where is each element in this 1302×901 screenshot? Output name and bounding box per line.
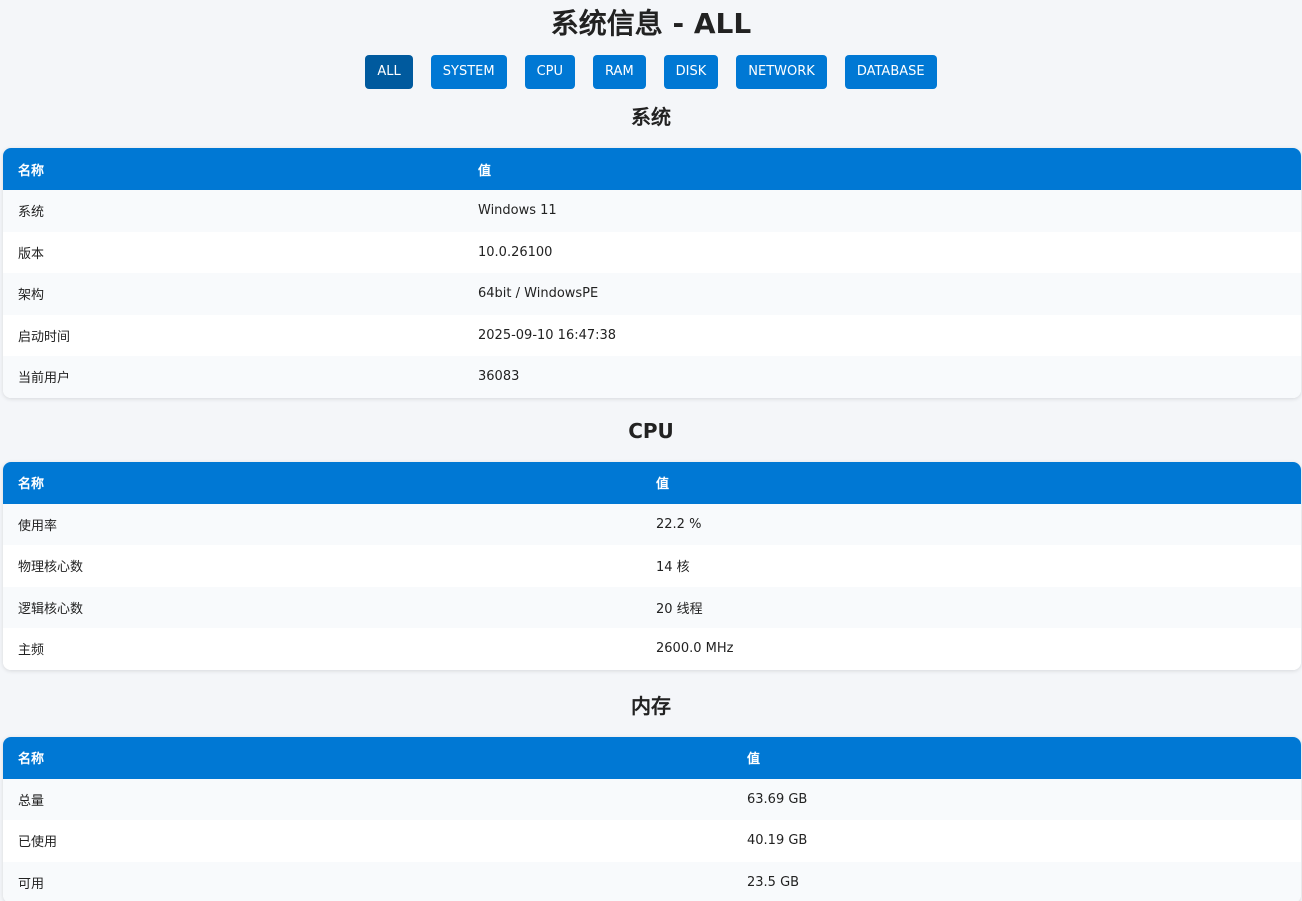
row-label: 架构 <box>3 273 463 315</box>
row-label: 使用率 <box>3 503 641 545</box>
nav-button-all[interactable]: ALL <box>365 55 413 89</box>
table-row: 逻辑核心数 20 线程 <box>3 586 1301 628</box>
row-value: 2025-09-10 16:47:38 <box>463 314 1301 356</box>
table-row: 物理核心数 14 核 <box>3 545 1301 587</box>
column-header-value: 值 <box>641 461 1301 504</box>
row-value: 23.5 GB <box>732 861 1301 901</box>
row-label: 版本 <box>3 231 463 273</box>
nav-bar: ALL SYSTEM CPU RAM DISK NETWORK DATABASE <box>0 55 1302 89</box>
nav-button-network[interactable]: NETWORK <box>736 55 827 89</box>
cpu-table: 名称 值 使用率 22.2 % 物理核心数 14 核 逻辑核心数 20 线程 主… <box>3 461 1301 670</box>
nav-button-system[interactable]: SYSTEM <box>430 55 507 89</box>
row-label: 主频 <box>3 628 641 670</box>
row-value: 10.0.26100 <box>463 231 1301 273</box>
row-label: 启动时间 <box>3 314 463 356</box>
table-row: 使用率 22.2 % <box>3 503 1301 545</box>
row-value: 22.2 % <box>641 503 1301 545</box>
row-label: 已使用 <box>3 820 732 862</box>
memory-table: 名称 值 总量 63.69 GB 已使用 40.19 GB 可用 23.5 GB <box>3 736 1301 901</box>
nav-button-database[interactable]: DATABASE <box>844 55 937 89</box>
row-value: 40.19 GB <box>732 820 1301 862</box>
row-label: 当前用户 <box>3 356 463 398</box>
row-label: 系统 <box>3 190 463 232</box>
nav-button-ram[interactable]: RAM <box>593 55 646 89</box>
row-value: 14 核 <box>641 545 1301 587</box>
column-header-name: 名称 <box>3 148 463 190</box>
row-label: 逻辑核心数 <box>3 586 641 628</box>
column-header-value: 值 <box>463 148 1301 190</box>
table-header-row: 名称 值 <box>3 736 1301 779</box>
section-title-system: 系统 <box>631 105 671 129</box>
row-label: 物理核心数 <box>3 545 641 587</box>
section-title-memory: 内存 <box>631 693 671 718</box>
row-value: 2600.0 MHz <box>641 628 1301 670</box>
table-header-row: 名称 值 <box>3 461 1301 504</box>
row-value: 20 线程 <box>641 586 1301 628</box>
row-value: 36083 <box>463 356 1301 398</box>
row-label: 可用 <box>3 861 732 901</box>
table-row: 版本 10.0.26100 <box>3 231 1301 273</box>
row-label: 总量 <box>3 778 732 820</box>
table-row: 架构 64bit / WindowsPE <box>3 273 1301 315</box>
column-header-value: 值 <box>732 736 1301 779</box>
page-title: 系统信息 - ALL <box>550 7 752 40</box>
table-row: 可用 23.5 GB <box>3 861 1301 901</box>
system-table: 名称 值 系统 Windows 11 版本 10.0.26100 架构 64bi… <box>3 148 1301 398</box>
row-value: 63.69 GB <box>732 778 1301 820</box>
table-row: 系统 Windows 11 <box>3 190 1301 232</box>
nav-button-disk[interactable]: DISK <box>663 55 719 89</box>
row-value: 64bit / WindowsPE <box>463 273 1301 315</box>
nav-button-cpu[interactable]: CPU <box>524 55 576 89</box>
table-row: 已使用 40.19 GB <box>3 820 1301 862</box>
table-row: 当前用户 36083 <box>3 356 1301 398</box>
section-title-cpu: CPU <box>628 418 674 443</box>
column-header-name: 名称 <box>3 461 641 504</box>
row-value: Windows 11 <box>463 190 1301 232</box>
table-header-row: 名称 值 <box>3 148 1301 190</box>
table-row: 启动时间 2025-09-10 16:47:38 <box>3 314 1301 356</box>
table-row: 总量 63.69 GB <box>3 778 1301 820</box>
column-header-name: 名称 <box>3 736 732 779</box>
table-row: 主频 2600.0 MHz <box>3 628 1301 670</box>
